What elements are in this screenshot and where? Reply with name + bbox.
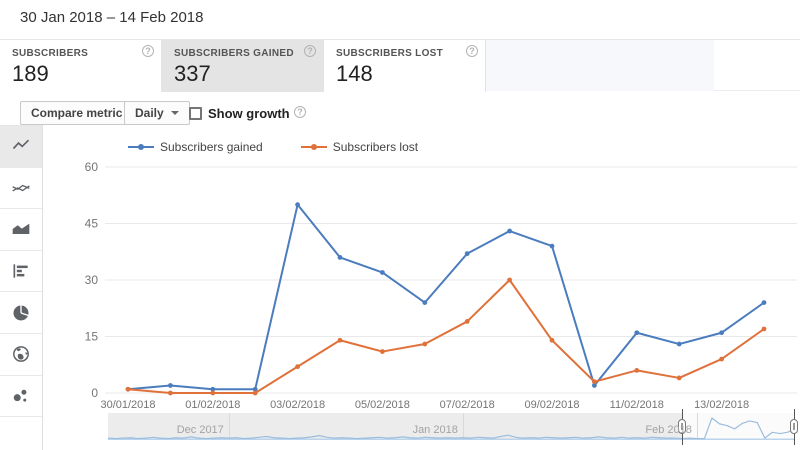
svg-text:13/02/2018: 13/02/2018 xyxy=(694,399,749,411)
svg-text:0: 0 xyxy=(91,386,98,400)
line-chart-plot: 0 15 30 45 60 30/01/2018 01/02/2018 03/02/2018 0… xyxy=(43,125,800,415)
svg-text:45: 45 xyxy=(85,217,99,231)
chart-type-sidebar xyxy=(0,125,43,450)
metric-tabs-row: SUBSCRIBERS ? 189 SUBSCRIBERS GAINED ? 3… xyxy=(0,39,800,91)
sidebar-item-map-globe[interactable] xyxy=(0,334,42,376)
line-chart-icon xyxy=(11,136,31,156)
help-icon[interactable]: ? xyxy=(294,106,306,118)
interval-dropdown-button[interactable]: Daily xyxy=(124,101,190,125)
date-range-label: 30 Jan 2018 – 14 Feb 2018 xyxy=(20,9,204,26)
tab-value: 148 xyxy=(336,61,373,87)
chevron-down-icon xyxy=(171,111,179,115)
compare-metric-label: Compare metric xyxy=(31,106,122,120)
multi-line-chart-icon xyxy=(11,178,31,198)
help-icon[interactable]: ? xyxy=(142,45,154,57)
pie-chart-icon xyxy=(11,303,31,323)
bar-chart-icon xyxy=(11,261,31,281)
interval-label: Daily xyxy=(135,106,164,120)
svg-text:09/02/2018: 09/02/2018 xyxy=(524,399,579,411)
month-label: Feb 2018 xyxy=(645,424,691,436)
help-icon[interactable]: ? xyxy=(304,45,316,57)
tab-label: SUBSCRIBERS GAINED xyxy=(174,48,294,59)
show-growth-label: Show growth xyxy=(208,106,290,121)
month-label: Dec 2017 xyxy=(177,424,224,436)
tab-value: 189 xyxy=(12,61,49,87)
chart-area: Subscribers gained Subscribers lost 0153… xyxy=(43,125,800,450)
svg-text:07/02/2018: 07/02/2018 xyxy=(440,399,495,411)
tab-label: SUBSCRIBERS LOST xyxy=(336,48,443,59)
sidebar-item-line-chart[interactable] xyxy=(0,126,42,168)
scrubber-right-handle[interactable] xyxy=(794,409,795,445)
tab-subscribers[interactable]: SUBSCRIBERS ? 189 xyxy=(0,40,162,92)
svg-text:60: 60 xyxy=(85,160,99,174)
svg-text:03/02/2018: 03/02/2018 xyxy=(270,399,325,411)
svg-text:30/01/2018: 30/01/2018 xyxy=(100,399,155,411)
tab-subscribers-gained[interactable]: SUBSCRIBERS GAINED ? 337 xyxy=(162,40,324,92)
month-label: Jan 2018 xyxy=(413,424,458,436)
tab-value: 337 xyxy=(174,61,211,87)
analytics-page: 30 Jan 2018 – 14 Feb 2018 SUBSCRIBERS ? … xyxy=(0,0,800,450)
help-icon[interactable]: ? xyxy=(466,45,478,57)
svg-text:01/02/2018: 01/02/2018 xyxy=(185,399,240,411)
show-growth-checkbox[interactable] xyxy=(189,107,202,120)
svg-text:05/02/2018: 05/02/2018 xyxy=(355,399,410,411)
bubble-chart-icon xyxy=(11,386,31,406)
svg-text:30: 30 xyxy=(85,273,99,287)
sidebar-item-multi-line-chart[interactable] xyxy=(0,168,42,210)
map-globe-icon xyxy=(11,344,31,364)
svg-text:11/02/2018: 11/02/2018 xyxy=(610,399,664,411)
area-chart-icon xyxy=(11,219,31,239)
svg-text:15: 15 xyxy=(85,330,99,344)
tab-label: SUBSCRIBERS xyxy=(12,48,88,59)
timeline-scrubber[interactable]: Dec 2017 Jan 2018 Feb 2018 xyxy=(108,413,795,440)
controls-row: Compare metric Daily Show growth ? xyxy=(0,92,800,125)
sidebar-item-area-chart[interactable] xyxy=(0,209,42,251)
sidebar-item-pie-chart[interactable] xyxy=(0,292,42,334)
empty-metric-panel xyxy=(486,40,714,91)
tab-subscribers-lost[interactable]: SUBSCRIBERS LOST ? 148 xyxy=(324,40,486,92)
sidebar-item-bar-chart[interactable] xyxy=(0,251,42,293)
sidebar-item-bubble-chart[interactable] xyxy=(0,376,42,418)
